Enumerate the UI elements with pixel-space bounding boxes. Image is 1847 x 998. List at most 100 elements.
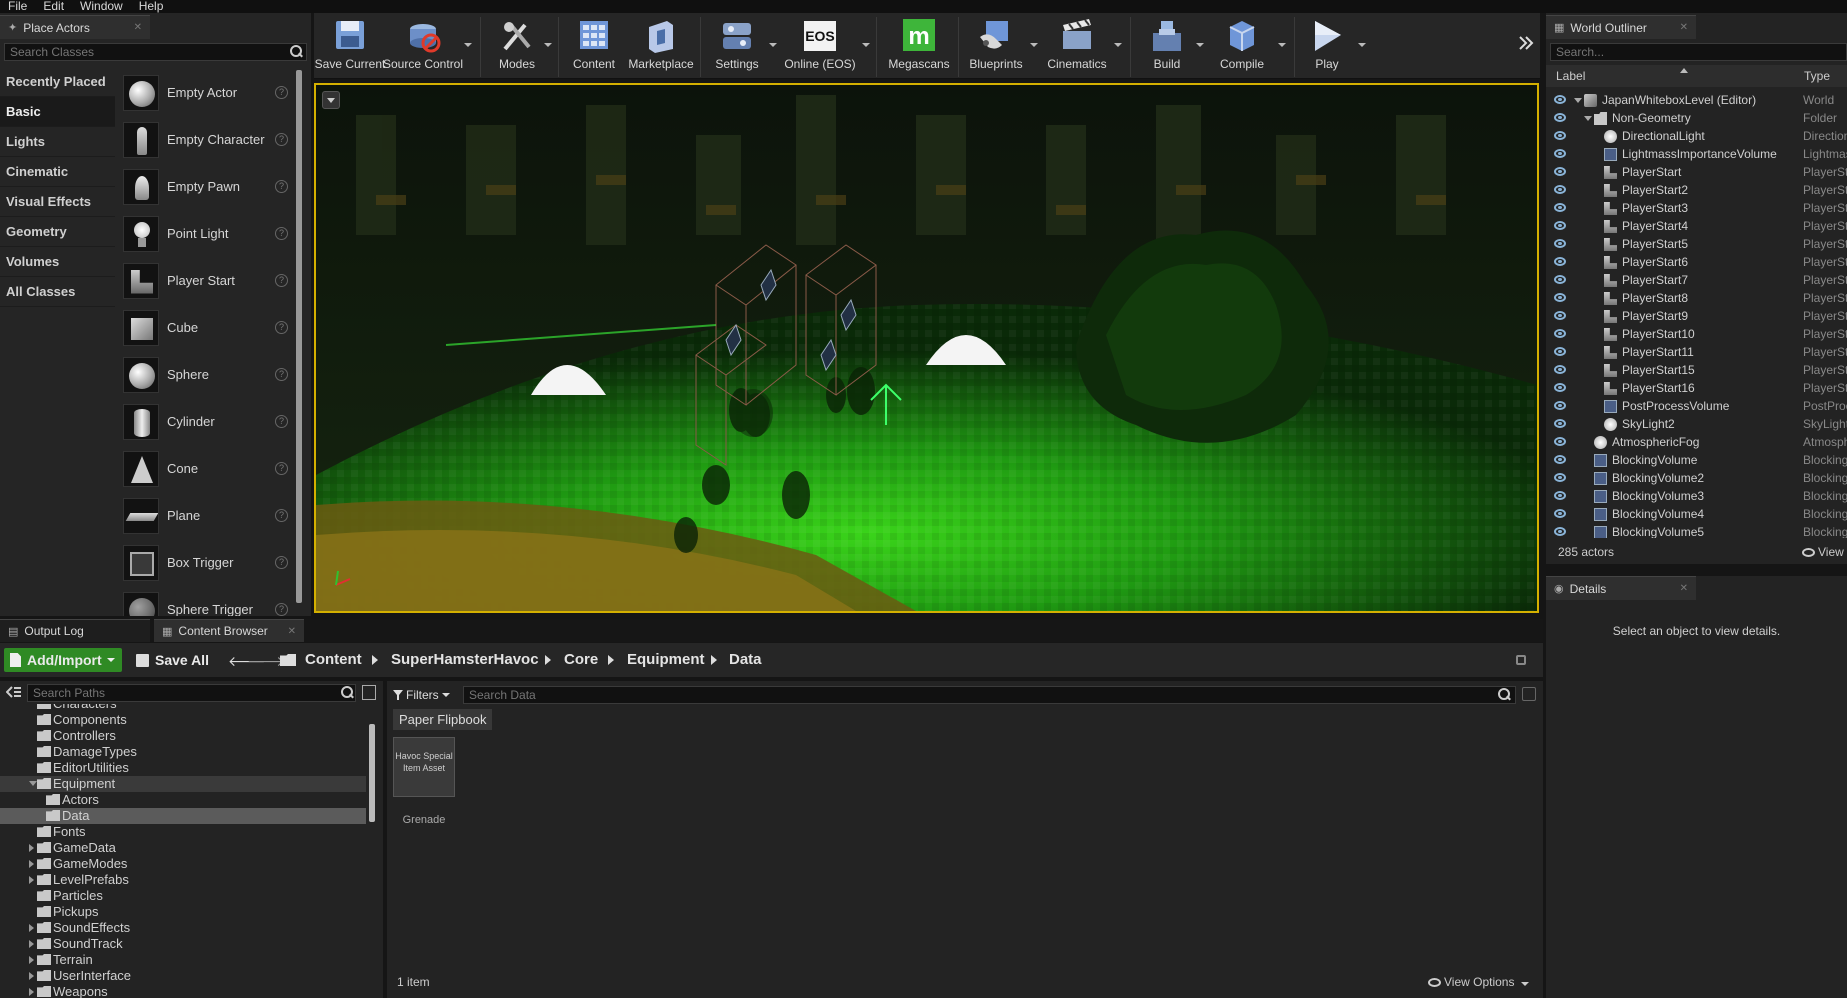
outliner-row[interactable]: PlayerStart7 PlayerStart [1546, 271, 1847, 289]
visibility-eye-icon[interactable] [1554, 455, 1566, 464]
save-current-button[interactable]: Save Current [315, 17, 385, 77]
folder-tree-item[interactable]: LevelPrefabs [0, 872, 366, 888]
help-icon[interactable]: ? [275, 368, 288, 381]
actor-item-sphere-trigger[interactable]: Sphere Trigger? [120, 586, 293, 616]
outliner-row[interactable]: PlayerStart8 PlayerStart [1546, 289, 1847, 307]
outliner-row[interactable]: JapanWhiteboxLevel (Editor) World [1546, 91, 1847, 109]
visibility-eye-icon[interactable] [1554, 401, 1566, 410]
actor-item-empty-actor[interactable]: Empty Actor? [120, 69, 293, 116]
menu-help[interactable]: Help [131, 0, 172, 12]
outliner-row[interactable]: PlayerStart5 PlayerStart [1546, 235, 1847, 253]
world-outliner-tab[interactable]: ▦ World Outliner ✕ [1546, 15, 1696, 39]
folder-tree-item[interactable]: Actors [0, 792, 366, 808]
folder-tree-item[interactable]: Terrain [0, 952, 366, 968]
close-icon[interactable]: ✕ [1680, 583, 1688, 594]
outliner-row[interactable]: PlayerStart2 PlayerStart [1546, 181, 1847, 199]
menu-window[interactable]: Window [72, 0, 131, 12]
folder-tree-item[interactable]: Controllers [0, 728, 366, 744]
folder-tree-scrollbar[interactable] [369, 724, 375, 822]
visibility-eye-icon[interactable] [1554, 149, 1566, 158]
visibility-eye-icon[interactable] [1554, 221, 1566, 230]
help-icon[interactable]: ? [275, 415, 288, 428]
outliner-row[interactable]: BlockingVolume5 BlockingVolume [1546, 523, 1847, 538]
expand-arrow-icon[interactable] [1574, 98, 1582, 103]
breadcrumb-separator-icon[interactable] [545, 655, 551, 665]
save-all-button[interactable]: Save All [130, 648, 215, 672]
help-icon[interactable]: ? [275, 133, 288, 146]
outliner-row[interactable]: DirectionalLight DirectionalLight [1546, 127, 1847, 145]
outliner-row[interactable]: PlayerStart10 PlayerStart [1546, 325, 1847, 343]
outliner-row[interactable]: PlayerStart PlayerStart [1546, 163, 1847, 181]
visibility-eye-icon[interactable] [1554, 293, 1566, 302]
actor-item-cube[interactable]: Cube? [120, 304, 293, 351]
folder-tree-item[interactable]: EditorUtilities [0, 760, 366, 776]
help-icon[interactable]: ? [275, 227, 288, 240]
folder-tree-item[interactable]: Characters [0, 704, 366, 712]
tab-content-browser[interactable]: ▦ Content Browser ✕ [154, 619, 304, 642]
folder-tree-item[interactable]: Particles [0, 888, 366, 904]
lock-icon[interactable] [1516, 655, 1526, 665]
outliner-row[interactable]: BlockingVolume BlockingVolume [1546, 451, 1847, 469]
expand-arrow-icon[interactable] [1584, 116, 1592, 121]
breadcrumb-equipment[interactable]: Equipment [627, 651, 705, 668]
close-icon[interactable]: ✕ [288, 626, 296, 637]
folder-tree-item[interactable]: DamageTypes [0, 744, 366, 760]
actor-item-box-trigger[interactable]: Box Trigger? [120, 539, 293, 586]
category-recently-placed[interactable]: Recently Placed [0, 67, 115, 97]
folder-tree-item[interactable]: GameModes [0, 856, 366, 872]
breadcrumb-content[interactable]: Content [305, 651, 362, 668]
actor-item-sphere[interactable]: Sphere? [120, 351, 293, 398]
outliner-view-options[interactable]: View Options [1802, 545, 1847, 559]
outliner-row[interactable]: AtmosphericFog AtmosphericFog [1546, 433, 1847, 451]
breadcrumb-core[interactable]: Core [564, 651, 598, 668]
build-dropdown[interactable] [1196, 43, 1204, 47]
breadcrumb-superhamsterhavoc[interactable]: SuperHamsterHavoc [391, 651, 539, 668]
cinematics-button[interactable]: Cinematics [1044, 17, 1110, 77]
expand-arrow-icon[interactable] [29, 876, 34, 884]
visibility-eye-icon[interactable] [1554, 347, 1566, 356]
help-icon[interactable]: ? [275, 603, 288, 616]
visibility-eye-icon[interactable] [1554, 419, 1566, 428]
visibility-eye-icon[interactable] [1554, 491, 1566, 500]
blueprints-dropdown[interactable] [1030, 43, 1038, 47]
category-basic[interactable]: Basic [0, 97, 115, 127]
help-icon[interactable]: ? [275, 462, 288, 475]
content-button[interactable]: Content [566, 17, 622, 77]
visibility-eye-icon[interactable] [1554, 203, 1566, 212]
settings-dropdown[interactable] [769, 43, 777, 47]
breadcrumb-data[interactable]: Data [729, 651, 762, 668]
build-button[interactable]: Build [1139, 17, 1195, 77]
actor-item-player-start[interactable]: Player Start? [120, 257, 293, 304]
filter-chip-paper-flipbook[interactable]: Paper Flipbook [393, 709, 493, 730]
folder-tree-item[interactable]: GameData [0, 840, 366, 856]
visibility-eye-icon[interactable] [1554, 311, 1566, 320]
outliner-row[interactable]: PlayerStart4 PlayerStart [1546, 217, 1847, 235]
modes-button[interactable]: Modes [489, 17, 545, 77]
help-icon[interactable]: ? [275, 274, 288, 287]
path-view-options-icon[interactable] [362, 685, 376, 700]
outliner-row[interactable]: PlayerStart15 PlayerStart [1546, 361, 1847, 379]
outliner-row[interactable]: BlockingVolume4 BlockingVolume [1546, 505, 1847, 523]
expand-arrow-icon[interactable] [29, 844, 34, 852]
expand-arrow-icon[interactable] [29, 781, 37, 786]
visibility-eye-icon[interactable] [1554, 95, 1566, 104]
search-classes-input[interactable] [4, 43, 307, 61]
expand-arrow-icon[interactable] [29, 860, 34, 868]
blueprints-button[interactable]: Blueprints [966, 17, 1026, 77]
category-lights[interactable]: Lights [0, 127, 115, 157]
visibility-eye-icon[interactable] [1554, 185, 1566, 194]
outliner-row[interactable]: PlayerStart6 PlayerStart [1546, 253, 1847, 271]
search-icon[interactable] [288, 44, 304, 60]
expand-arrow-icon[interactable] [29, 924, 34, 932]
visibility-eye-icon[interactable] [1554, 329, 1566, 338]
source-control-dropdown[interactable] [464, 43, 472, 47]
visibility-eye-icon[interactable] [1554, 473, 1566, 482]
close-icon[interactable]: ✕ [1680, 22, 1688, 33]
actor-item-cylinder[interactable]: Cylinder? [120, 398, 293, 445]
outliner-row[interactable]: Non-Geometry Folder [1546, 109, 1847, 127]
column-label[interactable]: Label [1556, 69, 1585, 83]
visibility-eye-icon[interactable] [1554, 131, 1566, 140]
online-eos-dropdown[interactable] [862, 43, 870, 47]
actor-item-plane[interactable]: Plane? [120, 492, 293, 539]
category-cinematic[interactable]: Cinematic [0, 157, 115, 187]
